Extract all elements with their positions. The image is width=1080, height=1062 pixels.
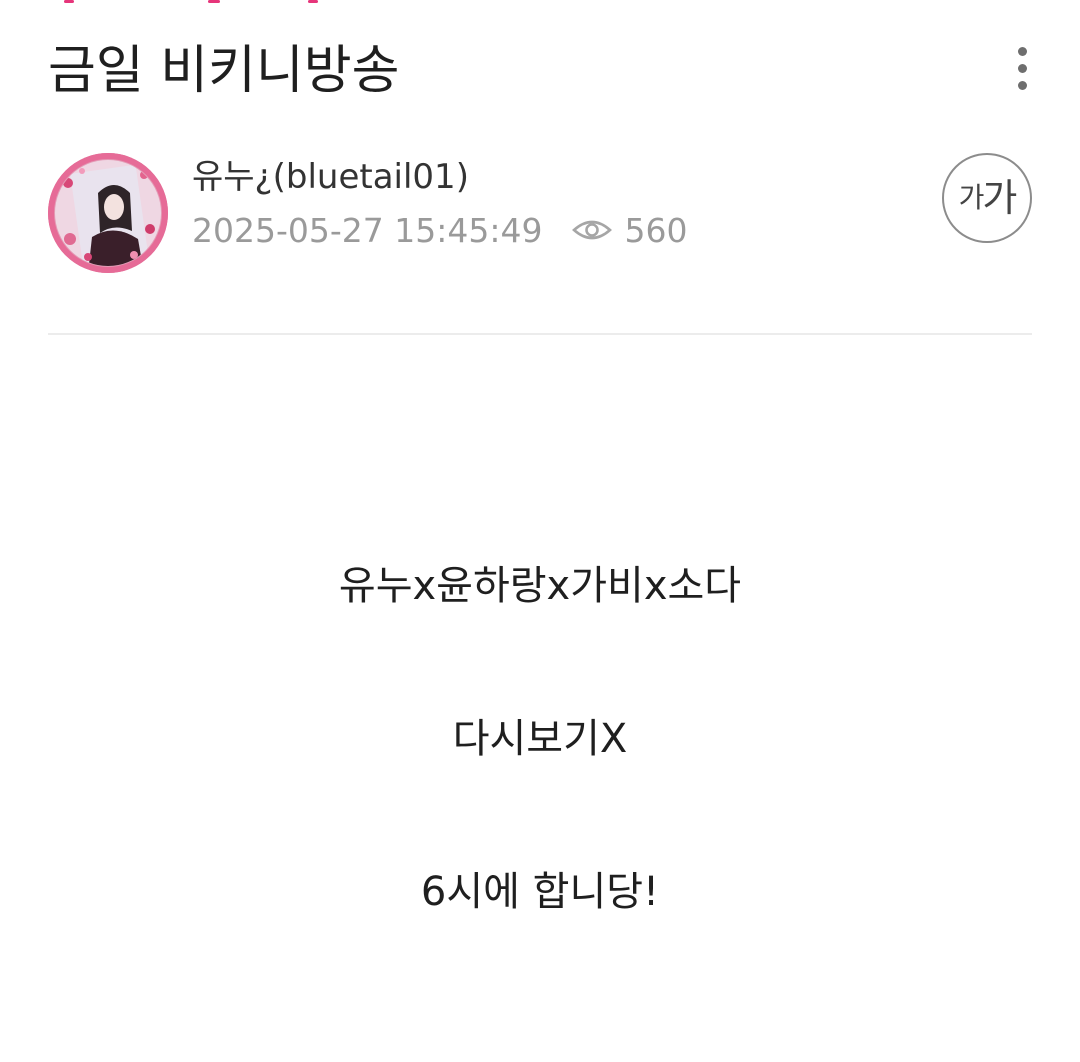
font-size-small-label: 가	[958, 181, 985, 214]
avatar-image	[55, 160, 161, 266]
eye-icon	[572, 220, 613, 240]
post-title: 금일 비키니방송	[48, 41, 400, 101]
post-body-line: 유누x윤하랑x가비x소다	[338, 563, 742, 609]
view-count: 560	[624, 210, 688, 250]
header-divider	[48, 333, 1032, 335]
author-avatar[interactable]	[48, 153, 168, 273]
more-vertical-icon-dot	[1017, 80, 1027, 90]
post-meta: 2025-05-27 15:45:49 560	[192, 208, 687, 252]
post-page: 금일 비키니방송 유누¿(bluetail01) 2025-05-27 15:4…	[0, 0, 1080, 1062]
post-body-line: 6시에 합니당!	[420, 869, 660, 915]
font-size-button[interactable]: 가가	[942, 153, 1032, 243]
top-accent-strip	[48, 0, 318, 4]
post-body: 유누x윤하랑x가비x소다 다시보기X 6시에 합니당!	[48, 555, 1032, 923]
more-vertical-icon	[1017, 46, 1027, 56]
post-date: 2025-05-27 15:45:49	[192, 210, 543, 250]
post-body-line: 다시보기X	[452, 716, 628, 762]
author-name[interactable]: 유누¿(bluetail01)	[192, 155, 469, 199]
more-vertical-icon-dot	[1017, 63, 1027, 73]
font-size-large-label: 가	[982, 176, 1017, 220]
more-options-button[interactable]	[1002, 40, 1042, 96]
